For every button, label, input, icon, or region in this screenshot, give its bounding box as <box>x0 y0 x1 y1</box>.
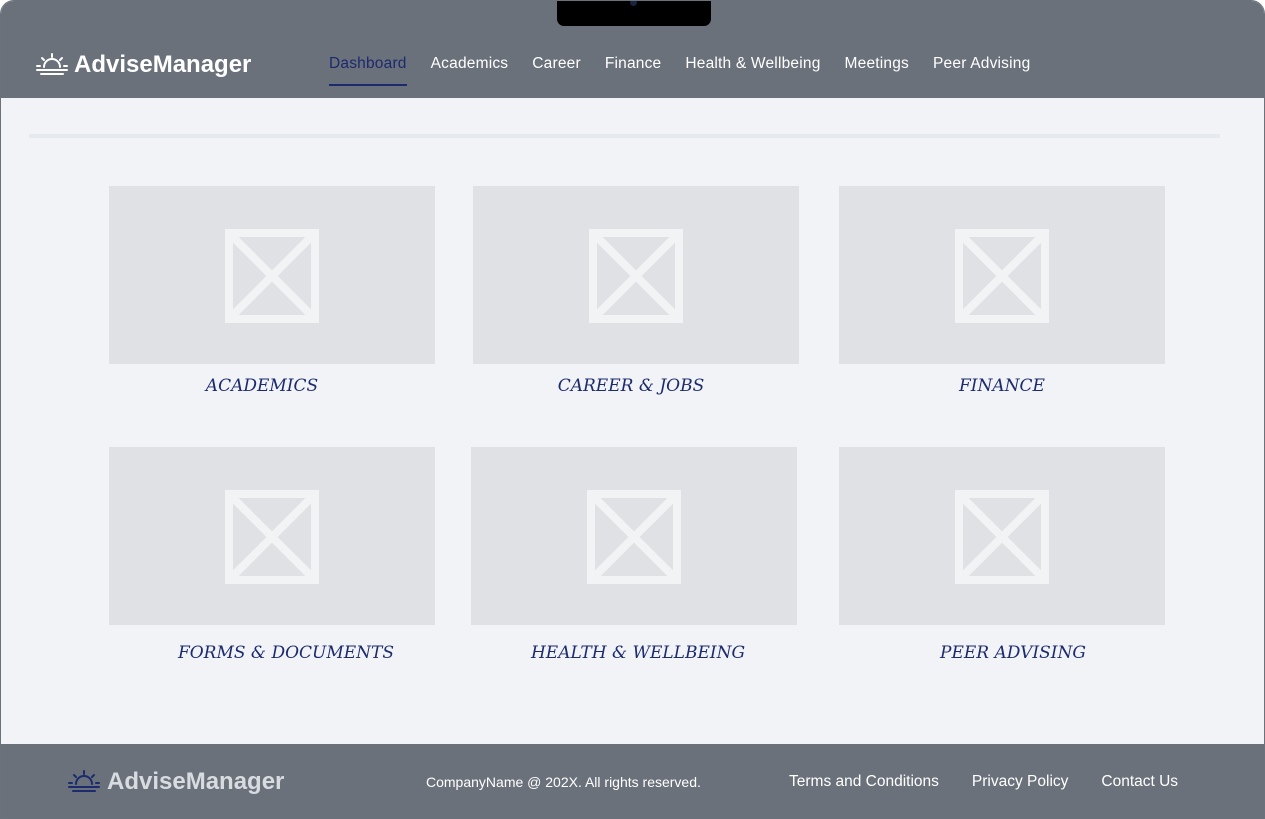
camera-icon <box>630 1 637 6</box>
image-placeholder-icon <box>587 490 681 584</box>
nav-item-academics[interactable]: Academics <box>431 55 509 86</box>
card-label: HEALTH & WELLBEING <box>530 643 746 663</box>
footer-logo[interactable]: AdviseManager <box>67 768 284 796</box>
sunrise-icon <box>68 770 100 792</box>
nav-item-meetings[interactable]: Meetings <box>845 55 910 86</box>
card-image <box>839 186 1165 364</box>
card-label: PEER ADVISING <box>940 643 1086 663</box>
image-placeholder-icon <box>225 229 319 323</box>
card-image <box>109 447 435 625</box>
image-placeholder-icon <box>589 229 683 323</box>
app-window: AdviseManager Dashboard Academics Career… <box>0 0 1265 819</box>
footer-link-privacy[interactable]: Privacy Policy <box>972 773 1068 791</box>
footer: AdviseManager CompanyName @ 202X. All ri… <box>1 744 1264 818</box>
nav-item-peer-advising[interactable]: Peer Advising <box>933 55 1030 86</box>
app-name: AdviseManager <box>74 51 252 78</box>
nav-item-finance[interactable]: Finance <box>605 55 662 86</box>
card-image <box>473 186 799 364</box>
card-label: FORMS & DOCUMENTS <box>177 643 395 663</box>
main-nav: Dashboard Academics Career Finance Healt… <box>329 55 1054 86</box>
card-label: CAREER & JOBS <box>557 376 705 396</box>
card-image <box>839 447 1165 625</box>
card-image <box>471 447 797 625</box>
card-image <box>109 186 435 364</box>
app-logo[interactable]: AdviseManager <box>35 51 251 79</box>
nav-item-health-wellbeing[interactable]: Health & Wellbeing <box>685 55 820 86</box>
nav-item-career[interactable]: Career <box>532 55 581 86</box>
image-placeholder-icon <box>955 229 1049 323</box>
image-placeholder-icon <box>955 490 1049 584</box>
footer-link-terms[interactable]: Terms and Conditions <box>789 773 939 791</box>
card-label: ACADEMICS <box>205 376 319 396</box>
footer-app-name: AdviseManager <box>107 768 285 795</box>
sunrise-icon <box>36 53 68 75</box>
camera-notch <box>557 1 711 26</box>
footer-links: Terms and Conditions Privacy Policy Cont… <box>789 773 1211 791</box>
footer-link-contact[interactable]: Contact Us <box>1101 773 1178 791</box>
card-label: FINANCE <box>959 376 1045 396</box>
copyright-text: CompanyName @ 202X. All rights reserved. <box>426 774 701 790</box>
nav-item-dashboard[interactable]: Dashboard <box>329 55 407 86</box>
image-placeholder-icon <box>225 490 319 584</box>
section-divider <box>29 134 1220 138</box>
